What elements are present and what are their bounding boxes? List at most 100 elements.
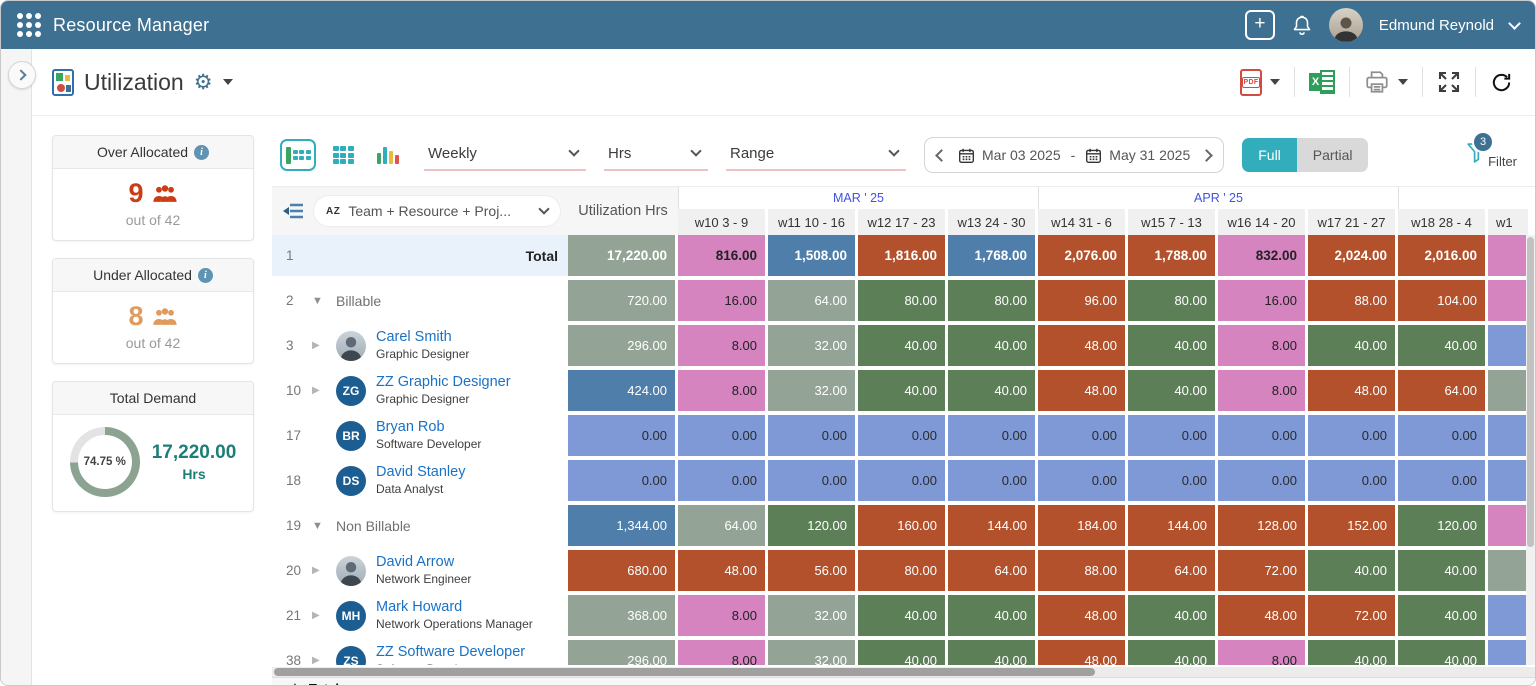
week-value-cell[interactable]: 120.00 bbox=[1398, 505, 1485, 546]
utilization-value-cell[interactable]: 720.00 bbox=[568, 280, 675, 321]
week-value-cell[interactable]: 64.00 bbox=[768, 280, 855, 321]
week-value-cell[interactable]: 40.00 bbox=[858, 640, 945, 665]
row-expander-icon[interactable]: ▶ bbox=[312, 655, 336, 665]
grouping-select[interactable]: AZ Team + Resource + Proj... bbox=[314, 196, 560, 226]
week-value-cell[interactable]: 48.00 bbox=[1038, 325, 1125, 366]
week-value-cell[interactable]: 8.00 bbox=[1218, 325, 1305, 366]
partial-toggle-button[interactable]: Partial bbox=[1297, 138, 1369, 172]
row-expander-icon[interactable]: ▼ bbox=[312, 520, 336, 532]
week-value-cell[interactable]: 80.00 bbox=[948, 280, 1035, 321]
week-column-header[interactable]: w18 28 - 4 bbox=[1398, 209, 1485, 235]
week-value-cell[interactable]: 0.00 bbox=[678, 415, 765, 456]
week-value-cell[interactable]: 40.00 bbox=[1308, 325, 1395, 366]
fullscreen-button[interactable] bbox=[1437, 70, 1461, 94]
view-toggle-grid-chart[interactable] bbox=[280, 139, 316, 171]
week-value-cell[interactable]: 1,788.00 bbox=[1128, 235, 1215, 276]
week-value-cell[interactable]: 40.00 bbox=[1308, 640, 1395, 665]
week-column-header[interactable]: w11 10 - 16 bbox=[768, 209, 855, 235]
week-value-cell[interactable]: 0.00 bbox=[948, 415, 1035, 456]
week-value-cell[interactable]: 104.00 bbox=[1398, 280, 1485, 321]
full-toggle-button[interactable]: Full bbox=[1242, 138, 1297, 172]
date-from-field[interactable]: Mar 03 2025 bbox=[958, 147, 1061, 164]
week-value-cell[interactable]: 40.00 bbox=[1128, 325, 1215, 366]
week-value-cell[interactable]: 152.00 bbox=[1308, 505, 1395, 546]
week-value-cell[interactable]: 88.00 bbox=[1308, 280, 1395, 321]
expand-panel-button[interactable] bbox=[8, 61, 36, 89]
row-expander-icon[interactable]: ▶ bbox=[312, 340, 336, 351]
week-value-cell[interactable]: 48.00 bbox=[1308, 370, 1395, 411]
week-value-cell[interactable]: 8.00 bbox=[678, 640, 765, 665]
user-avatar[interactable] bbox=[1329, 8, 1363, 42]
week-value-cell[interactable]: 48.00 bbox=[1038, 595, 1125, 636]
week-value-cell[interactable]: 80.00 bbox=[858, 550, 945, 591]
app-launcher-icon[interactable] bbox=[17, 13, 41, 37]
week-column-header[interactable]: w13 24 - 30 bbox=[948, 209, 1035, 235]
resource-name-link[interactable]: Carel Smith bbox=[376, 329, 469, 346]
horizontal-scrollbar[interactable] bbox=[272, 667, 1535, 677]
filter-button[interactable]: 3 Filter bbox=[1466, 142, 1521, 169]
week-value-cell[interactable]: 0.00 bbox=[1128, 415, 1215, 456]
info-icon[interactable]: i bbox=[198, 268, 213, 283]
week-value-cell[interactable]: 2,016.00 bbox=[1398, 235, 1485, 276]
week-value-cell[interactable]: 40.00 bbox=[1398, 595, 1485, 636]
week-value-cell[interactable]: 56.00 bbox=[768, 550, 855, 591]
week-value-cell[interactable]: 88.00 bbox=[1038, 550, 1125, 591]
week-value-cell[interactable]: 32.00 bbox=[768, 595, 855, 636]
week-value-cell[interactable]: 144.00 bbox=[948, 505, 1035, 546]
date-to-field[interactable]: May 31 2025 bbox=[1085, 147, 1190, 164]
week-value-cell[interactable]: 144.00 bbox=[1128, 505, 1215, 546]
resource-name-link[interactable]: Mark Howard bbox=[376, 599, 533, 616]
week-column-header[interactable]: w14 31 - 6 bbox=[1038, 209, 1125, 235]
week-value-cell[interactable]: 8.00 bbox=[678, 325, 765, 366]
print-caret-icon[interactable] bbox=[1398, 79, 1408, 85]
grid-footer-total-bar[interactable]: ▲ Total bbox=[272, 677, 1535, 686]
week-value-cell[interactable]: 48.00 bbox=[1038, 370, 1125, 411]
week-value-cell[interactable]: 0.00 bbox=[948, 460, 1035, 501]
week-value-cell[interactable]: 1,768.00 bbox=[948, 235, 1035, 276]
week-value-cell[interactable]: 96.00 bbox=[1038, 280, 1125, 321]
resource-name-link[interactable]: David Stanley bbox=[376, 464, 465, 481]
week-value-cell[interactable]: 72.00 bbox=[1218, 550, 1305, 591]
week-value-cell[interactable]: 40.00 bbox=[858, 325, 945, 366]
week-value-cell[interactable]: 0.00 bbox=[1038, 415, 1125, 456]
week-value-cell[interactable]: 0.00 bbox=[1128, 460, 1215, 501]
partial-value-cell[interactable] bbox=[1488, 325, 1528, 366]
utilization-value-cell[interactable]: 680.00 bbox=[568, 550, 675, 591]
week-value-cell[interactable]: 72.00 bbox=[1308, 595, 1395, 636]
partial-value-cell[interactable] bbox=[1488, 460, 1528, 501]
export-pdf-button[interactable]: PDF bbox=[1240, 69, 1280, 96]
partial-value-cell[interactable] bbox=[1488, 550, 1528, 591]
week-value-cell[interactable]: 0.00 bbox=[1308, 415, 1395, 456]
week-value-cell[interactable]: 32.00 bbox=[768, 370, 855, 411]
week-value-cell[interactable]: 0.00 bbox=[858, 460, 945, 501]
utilization-value-cell[interactable]: 1,344.00 bbox=[568, 505, 675, 546]
week-value-cell[interactable]: 0.00 bbox=[1398, 460, 1485, 501]
week-column-header-partial[interactable]: w1 bbox=[1488, 209, 1528, 235]
week-value-cell[interactable]: 0.00 bbox=[1398, 415, 1485, 456]
utilization-value-cell[interactable]: 368.00 bbox=[568, 595, 675, 636]
week-value-cell[interactable]: 64.00 bbox=[1128, 550, 1215, 591]
partial-value-cell[interactable] bbox=[1488, 235, 1528, 276]
week-value-cell[interactable]: 160.00 bbox=[858, 505, 945, 546]
next-period-button[interactable] bbox=[1200, 149, 1213, 162]
week-column-header[interactable]: w15 7 - 13 bbox=[1128, 209, 1215, 235]
partial-value-cell[interactable] bbox=[1488, 370, 1528, 411]
week-value-cell[interactable]: 0.00 bbox=[768, 460, 855, 501]
info-icon[interactable]: i bbox=[194, 145, 209, 160]
week-value-cell[interactable]: 16.00 bbox=[678, 280, 765, 321]
week-value-cell[interactable]: 40.00 bbox=[1398, 640, 1485, 665]
week-value-cell[interactable]: 40.00 bbox=[948, 595, 1035, 636]
week-value-cell[interactable]: 40.00 bbox=[948, 640, 1035, 665]
week-value-cell[interactable]: 40.00 bbox=[1128, 595, 1215, 636]
row-expander-icon[interactable]: ▶ bbox=[312, 385, 336, 396]
utilization-value-cell[interactable]: 17,220.00 bbox=[568, 235, 675, 276]
partial-value-cell[interactable] bbox=[1488, 415, 1528, 456]
week-value-cell[interactable]: 40.00 bbox=[858, 370, 945, 411]
week-value-cell[interactable]: 40.00 bbox=[948, 370, 1035, 411]
unit-select[interactable]: Hrs bbox=[604, 140, 708, 171]
week-value-cell[interactable]: 32.00 bbox=[768, 325, 855, 366]
week-value-cell[interactable]: 8.00 bbox=[1218, 640, 1305, 665]
week-value-cell[interactable]: 16.00 bbox=[1218, 280, 1305, 321]
week-value-cell[interactable]: 40.00 bbox=[1128, 370, 1215, 411]
week-value-cell[interactable]: 40.00 bbox=[948, 325, 1035, 366]
